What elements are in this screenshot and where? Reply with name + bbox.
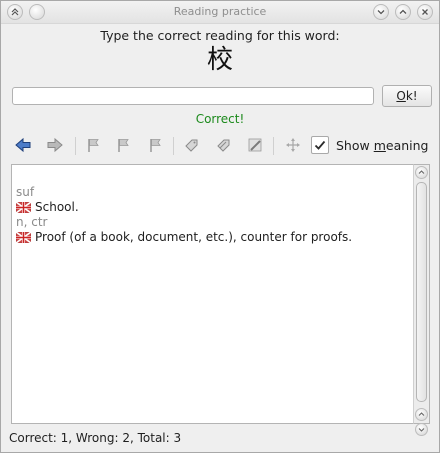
previous-button[interactable] <box>13 137 33 155</box>
move-icon <box>286 138 300 152</box>
close-icon <box>422 9 428 15</box>
meaning-line: School. <box>16 200 79 214</box>
toolbar-separator <box>75 137 76 155</box>
mark-flag-button-2[interactable] <box>113 137 133 155</box>
quiz-prompt: Type the correct reading for this word: <box>100 28 340 43</box>
close-button[interactable] <box>417 4 433 20</box>
chevron-down-icon <box>377 10 385 15</box>
mark-flag-button-1[interactable] <box>83 137 103 155</box>
chevron-up-icon <box>418 170 425 174</box>
uk-flag-icon <box>16 232 31 243</box>
toolbar-separator <box>273 137 274 155</box>
meaning-line: Proof (of a book, document, etc.), count… <box>16 230 352 244</box>
minimize-button[interactable] <box>373 4 389 20</box>
edit-tags-button[interactable] <box>213 137 233 155</box>
chevron-up-icon <box>418 412 425 416</box>
pencil-icon <box>248 138 262 152</box>
flag-icon <box>88 139 99 152</box>
forward-arrow-icon <box>47 137 63 153</box>
result-message: Correct! <box>195 112 245 126</box>
status-bar: Correct: 1, Wrong: 2, Total: 3 <box>9 431 182 445</box>
tag-edit-icon <box>217 139 230 152</box>
show-meaning-mnemonic: m <box>373 138 386 153</box>
ok-mnemonic: O <box>396 89 406 103</box>
scroll-up-button[interactable] <box>415 166 428 179</box>
show-meaning-label-pre: Show <box>336 138 374 153</box>
part-of-speech: suf <box>16 185 35 199</box>
meaning-view: suf School. n, ctr Proof (of a book, doc… <box>11 164 414 424</box>
ok-label: k! <box>405 89 418 103</box>
toolbar: Show meaning <box>11 135 431 157</box>
toolbar-separator <box>173 137 174 155</box>
quiz-word: 校 <box>206 45 233 75</box>
move-button[interactable] <box>283 137 303 155</box>
uk-flag-icon <box>16 202 31 213</box>
meaning-text: Proof (of a book, document, etc.), count… <box>35 230 353 244</box>
tag-button[interactable] <box>181 137 201 155</box>
mark-flag-button-3[interactable] <box>145 137 165 155</box>
ok-button[interactable]: Ok! <box>382 85 432 107</box>
next-button[interactable] <box>45 137 65 155</box>
flag-icon <box>150 139 161 152</box>
chevron-down-icon <box>418 428 425 432</box>
show-meaning-label[interactable]: Show meaning <box>336 138 429 153</box>
flag-icon <box>118 139 129 152</box>
title-bar: Reading practice <box>1 1 439 24</box>
reading-practice-window: Reading practice Type the correct readin… <box>0 0 440 453</box>
part-of-speech: n, ctr <box>16 215 48 229</box>
show-meaning-checkbox[interactable] <box>311 136 329 154</box>
scroll-down-button-2[interactable] <box>415 423 428 436</box>
vertical-scrollbar[interactable] <box>413 164 430 436</box>
meaning-text: School. <box>35 200 79 214</box>
checkmark-icon <box>314 140 326 150</box>
chevron-up-icon <box>399 9 407 14</box>
scroll-thumb[interactable] <box>416 182 427 402</box>
back-arrow-icon <box>15 137 31 153</box>
maximize-button[interactable] <box>395 4 411 20</box>
scroll-down-button-1[interactable] <box>415 408 428 421</box>
edit-note-button[interactable] <box>245 137 265 155</box>
reading-answer-input[interactable] <box>12 87 374 105</box>
show-meaning-label-post: eaning <box>385 138 429 153</box>
tag-icon <box>185 139 198 152</box>
